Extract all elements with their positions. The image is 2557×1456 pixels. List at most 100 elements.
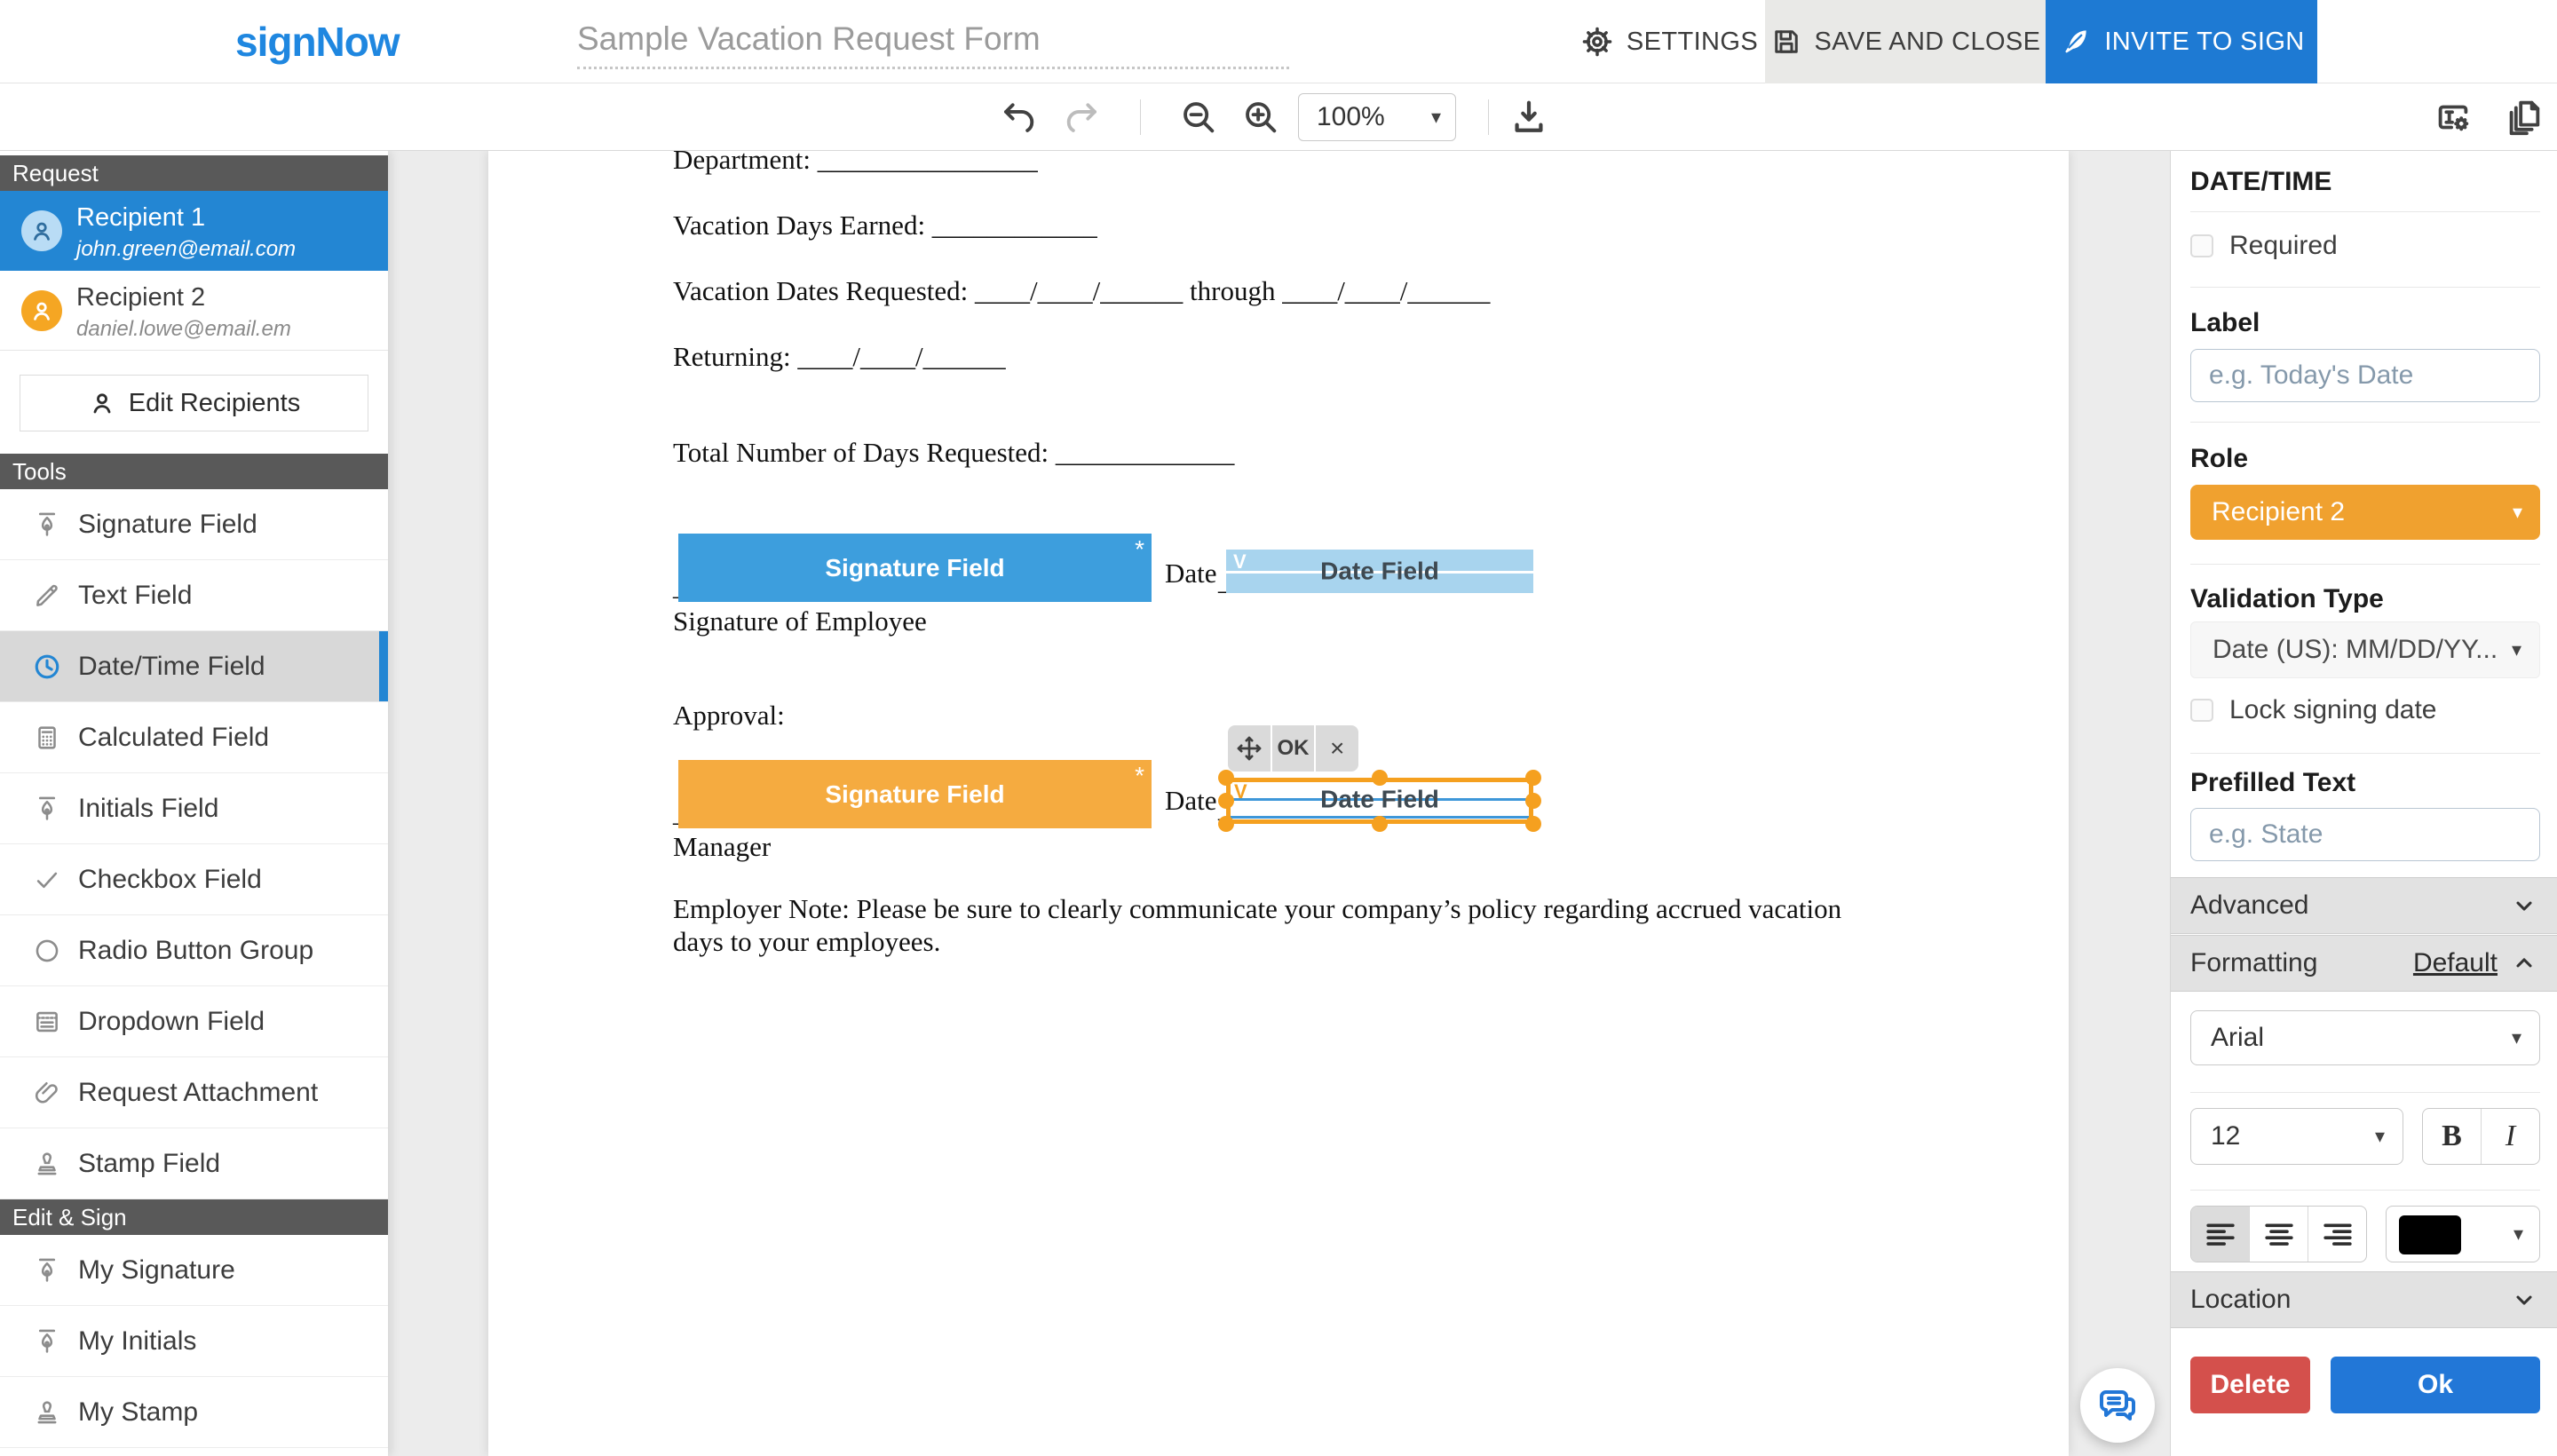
- divider: [2190, 211, 2540, 212]
- resize-handle-e[interactable]: [1525, 793, 1541, 809]
- prefilled-text-input[interactable]: [2190, 808, 2540, 861]
- ok-button[interactable]: Ok: [2331, 1357, 2540, 1413]
- label-input[interactable]: [2190, 349, 2540, 402]
- align-right-button[interactable]: [2308, 1207, 2366, 1262]
- invite-to-sign-button[interactable]: INVITE TO SIGN: [2046, 0, 2317, 83]
- checkbox-icon[interactable]: [2190, 699, 2213, 722]
- sidebar-item-my-signature[interactable]: My Signature: [0, 1235, 388, 1306]
- date-field-recipient1[interactable]: V Date Field: [1226, 550, 1533, 596]
- tool-label: Text Field: [78, 581, 192, 611]
- save-and-close-button[interactable]: SAVE AND CLOSE: [1765, 0, 2046, 83]
- chevron-down-icon: ▾: [2512, 638, 2521, 661]
- label-heading: Label: [2190, 308, 2260, 338]
- edit-recipients-label: Edit Recipients: [129, 389, 300, 418]
- align-left-button[interactable]: [2191, 1207, 2249, 1262]
- document-canvas[interactable]: Department: ________________ Vacation Da…: [388, 151, 2170, 1456]
- remove-field-button[interactable]: ×: [1316, 725, 1358, 772]
- settings-button[interactable]: SETTINGS: [1580, 0, 1758, 83]
- resize-handle-w[interactable]: [1218, 793, 1234, 809]
- validation-type-select[interactable]: Date (US): MM/DD/YY... ▾: [2190, 621, 2540, 678]
- pages-icon[interactable]: [2504, 97, 2545, 138]
- stamp-icon: [32, 1149, 62, 1179]
- document-title-input[interactable]: Sample Vacation Request Form: [577, 12, 1289, 69]
- settings-label: SETTINGS: [1627, 28, 1758, 57]
- avatar: [21, 210, 62, 251]
- sidebar-item-dropdown-field[interactable]: Dropdown Field: [0, 986, 388, 1057]
- toolbar-divider: [1488, 99, 1489, 135]
- sidebar-item-my-initials[interactable]: My Initials: [0, 1306, 388, 1377]
- doc-label-signature-of-employee: Signature of Employee: [673, 605, 927, 637]
- checkbox-icon[interactable]: [2190, 234, 2213, 257]
- tool-label: Date/Time Field: [78, 652, 265, 682]
- resize-handle-sw[interactable]: [1218, 816, 1234, 832]
- lock-signing-date-row[interactable]: Lock signing date: [2190, 695, 2437, 725]
- divider: [2190, 422, 2540, 423]
- sidebar-item-my-stamp[interactable]: My Stamp: [0, 1377, 388, 1448]
- zoom-out-icon[interactable]: [1178, 97, 1219, 138]
- sidebar-item-checkbox-field[interactable]: Checkbox Field: [0, 844, 388, 915]
- pencil-icon: [32, 581, 62, 611]
- signature-field-recipient2[interactable]: Signature Field *: [678, 760, 1152, 828]
- bold-button[interactable]: B: [2423, 1109, 2481, 1164]
- sidebar-item-initials-field[interactable]: Initials Field: [0, 773, 388, 844]
- pen-nib-icon: [32, 1326, 62, 1357]
- prefilled-text-heading: Prefilled Text: [2190, 768, 2355, 798]
- sidebar-item-date-time-field[interactable]: Date/Time Field: [0, 631, 388, 702]
- editor-toolbar: 100% ▾: [0, 83, 2557, 151]
- recipient-1-item[interactable]: Recipient 1 john.green@email.com: [0, 191, 388, 271]
- italic-button[interactable]: I: [2481, 1109, 2539, 1164]
- move-field-handle[interactable]: [1228, 725, 1271, 772]
- text-style-group: B I: [2422, 1108, 2540, 1165]
- sidebar-item-text-field[interactable]: Text Field: [0, 560, 388, 631]
- undo-icon[interactable]: [1000, 98, 1039, 137]
- confirm-field-button[interactable]: OK: [1272, 725, 1315, 772]
- sidebar-item-calculated-field[interactable]: Calculated Field: [0, 702, 388, 773]
- save-icon: [1770, 26, 1802, 58]
- sidebar-item-stamp-field[interactable]: Stamp Field: [0, 1128, 388, 1199]
- sidebar-item-radio-button-group[interactable]: Radio Button Group: [0, 915, 388, 986]
- text-align-group: [2190, 1206, 2367, 1262]
- doc-label-manager: Manager: [673, 831, 771, 863]
- pen-nib-icon: [32, 1255, 62, 1286]
- font-color-select[interactable]: ▾: [2386, 1206, 2540, 1262]
- recipient-name: Recipient 2: [76, 283, 205, 313]
- advanced-accordion[interactable]: Advanced: [2171, 877, 2557, 934]
- align-center-button[interactable]: [2249, 1207, 2308, 1262]
- clock-icon: [32, 652, 62, 682]
- doc-date-word: Date: [1165, 785, 1217, 817]
- font-size-select[interactable]: 12 ▾: [2190, 1108, 2403, 1165]
- tool-label: Signature Field: [78, 510, 257, 540]
- location-accordion[interactable]: Location: [2171, 1271, 2557, 1328]
- chat-fab-button[interactable]: [2080, 1368, 2155, 1443]
- font-family-select[interactable]: Arial ▾: [2190, 1010, 2540, 1065]
- date-field-label: Date Field: [1231, 786, 1529, 814]
- resize-handle-n[interactable]: [1372, 770, 1388, 786]
- signnow-editor: signNow Sample Vacation Request Form SET…: [0, 0, 2557, 1456]
- required-checkbox-row[interactable]: Required: [2190, 231, 2338, 261]
- tool-label: My Stamp: [78, 1397, 198, 1428]
- sidebar-item-signature-field[interactable]: Signature Field: [0, 489, 388, 560]
- recipient-2-item[interactable]: Recipient 2 daniel.lowe@email.em: [0, 271, 388, 351]
- required-asterisk: *: [1135, 762, 1144, 790]
- zoom-level-select[interactable]: 100% ▾: [1298, 93, 1456, 141]
- formatting-default-link[interactable]: Default: [2413, 948, 2498, 978]
- sidebar-item-request-attachment[interactable]: Request Attachment: [0, 1057, 388, 1128]
- zoom-in-icon[interactable]: [1240, 97, 1281, 138]
- redo-icon[interactable]: [1062, 98, 1101, 137]
- resize-handle-ne[interactable]: [1525, 770, 1541, 786]
- edit-recipients-button[interactable]: Edit Recipients: [20, 375, 368, 431]
- download-icon[interactable]: [1508, 97, 1549, 138]
- divider: [2190, 1092, 2540, 1093]
- divider: [2190, 1190, 2540, 1191]
- role-select[interactable]: Recipient 2 ▾: [2190, 485, 2540, 540]
- resize-handle-se[interactable]: [1525, 816, 1541, 832]
- field-text-settings-icon[interactable]: [2433, 97, 2474, 138]
- chevron-down-icon: ▾: [2513, 501, 2522, 524]
- resize-handle-s[interactable]: [1372, 816, 1388, 832]
- doc-note-line1: Employer Note: Please be sure to clearly…: [673, 893, 1841, 925]
- delete-button[interactable]: Delete: [2190, 1357, 2310, 1413]
- formatting-accordion[interactable]: Formatting Default: [2171, 935, 2557, 992]
- resize-handle-nw[interactable]: [1218, 770, 1234, 786]
- signature-field-recipient1[interactable]: Signature Field *: [678, 534, 1152, 602]
- doc-line-returning: Returning: ____/____/______: [673, 341, 1006, 373]
